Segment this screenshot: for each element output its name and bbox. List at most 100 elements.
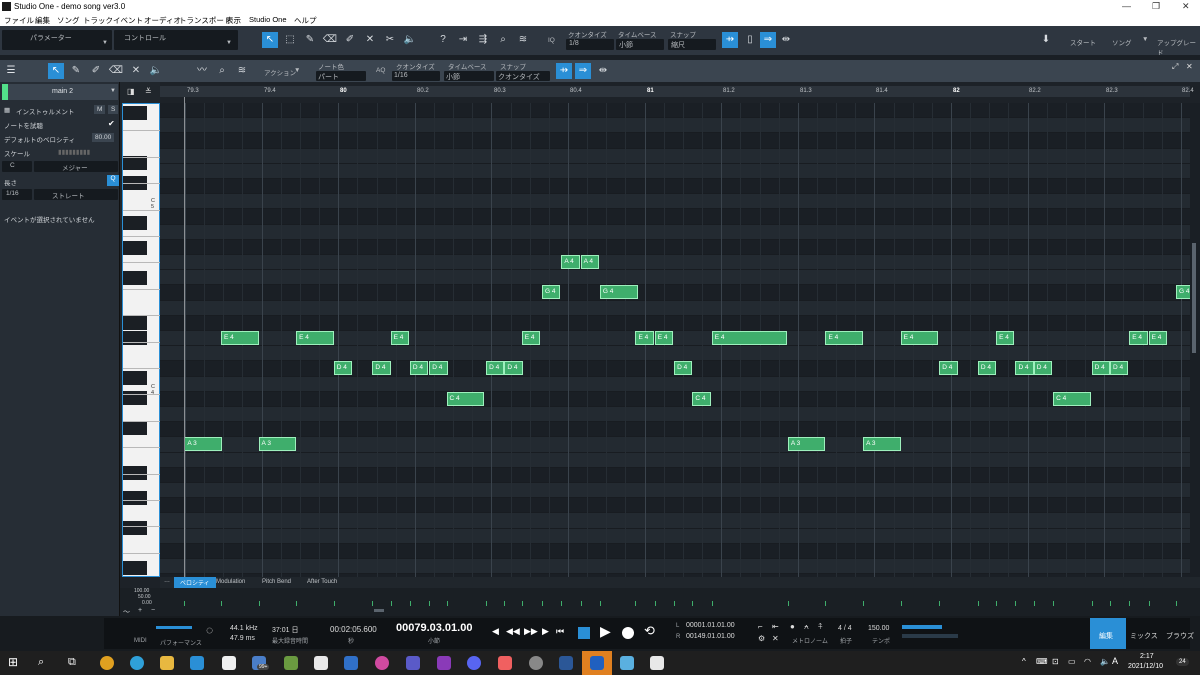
velocity-bar[interactable] — [1033, 601, 1035, 606]
quantize-dropdown[interactable]: 1/8 — [566, 39, 614, 50]
tray-wifi-icon[interactable]: ◠ — [1084, 657, 1091, 666]
scale-keys-icon[interactable]: ▮▮▮▮▮▮▮▮▮ — [58, 148, 90, 156]
timebase-dropdown[interactable]: 小節 — [616, 39, 664, 50]
active-app-highlight[interactable] — [582, 651, 612, 675]
black-key[interactable] — [123, 391, 147, 405]
midi-note[interactable]: E 4 — [521, 331, 540, 345]
snap-toggle-icon[interactable]: ⇸ — [556, 63, 572, 79]
playhead[interactable] — [184, 97, 185, 577]
midi-note[interactable]: D 4 — [486, 361, 505, 376]
velocity-bar[interactable] — [1148, 601, 1150, 606]
black-key[interactable] — [123, 371, 147, 385]
autoscroll-icon[interactable]: ⇒ — [575, 63, 591, 79]
midi-note[interactable]: A 3 — [258, 437, 297, 452]
discord-icon[interactable] — [467, 656, 481, 670]
default-velocity-value[interactable]: 80.00 — [92, 133, 115, 142]
velocity-bar[interactable] — [1015, 601, 1017, 606]
snap-dropdown[interactable]: 縮尺 — [668, 39, 716, 50]
minus-icon[interactable]: − — [151, 607, 155, 614]
black-key[interactable] — [123, 316, 147, 330]
midi-note[interactable]: G 4 — [599, 285, 638, 300]
slack-icon[interactable] — [375, 656, 389, 670]
app-window-icon[interactable] — [344, 656, 358, 670]
velocity-lane[interactable]: 100.00 50.00 0.00 〜 + − — [120, 588, 1200, 616]
scale-root-dropdown[interactable]: C — [2, 161, 32, 172]
windows-start-icon[interactable]: ⊞ — [8, 655, 18, 669]
velocity-bar[interactable] — [486, 601, 488, 606]
restore-icon[interactable]: ❐ — [1152, 1, 1160, 12]
loop-start[interactable]: 00001.01.01.00 — [686, 622, 735, 629]
velocity-bar[interactable] — [692, 601, 694, 606]
black-key[interactable] — [123, 241, 147, 255]
song-page-button[interactable]: ソング — [1112, 37, 1132, 47]
nudge-more-icon[interactable]: ⇶ — [475, 32, 491, 48]
mute-button[interactable]: M — [94, 105, 106, 114]
midi-note[interactable]: E 4 — [1148, 331, 1167, 345]
velocity-bar[interactable] — [542, 601, 544, 606]
midi-note[interactable]: A 3 — [184, 437, 222, 452]
start-page-button[interactable]: スタート — [1070, 37, 1096, 47]
timeline-ruler[interactable]: 79.3 79.4 80 80.2 80.3 80.4 81 81.2 81.3 81.4 82 82… — [160, 86, 1194, 97]
stop-icon[interactable] — [578, 627, 590, 639]
more-icon[interactable]: … — [164, 578, 170, 584]
crossfade-icon[interactable]: ✕ — [772, 634, 779, 643]
previous-marker-icon[interactable]: ◀ — [492, 626, 499, 637]
rewind-icon[interactable]: ◀◀ — [506, 626, 520, 637]
clock-date[interactable]: 2021/12/10 — [1128, 663, 1163, 670]
midi-note[interactable]: D 4 — [429, 361, 448, 376]
tray-device-icon[interactable]: ⌨ — [1036, 657, 1048, 666]
follow-icon[interactable]: ⇹ — [778, 32, 794, 48]
menu-view[interactable]: 表示 — [226, 15, 241, 26]
black-key[interactable] — [123, 331, 147, 345]
midi-note[interactable]: C 4 — [692, 391, 711, 406]
menu-transport[interactable]: トランスポート — [179, 15, 231, 26]
velocity-bar[interactable] — [787, 601, 789, 606]
length-mode-dropdown[interactable]: ストレート — [34, 189, 118, 200]
midi-note[interactable]: A 3 — [863, 437, 901, 452]
velocity-bar[interactable] — [390, 601, 392, 606]
notification-badge[interactable]: 24 — [1176, 658, 1189, 666]
menu-file[interactable]: ファイル — [4, 15, 34, 26]
menu-edit[interactable]: 編集 — [35, 15, 50, 26]
menu-song[interactable]: ソング — [57, 15, 80, 26]
velocity-bar[interactable] — [258, 601, 260, 606]
tray-chevron-icon[interactable]: ^ — [1022, 657, 1026, 666]
velocity-bar[interactable] — [580, 601, 582, 606]
arrow-tool-icon[interactable]: ↖ — [48, 63, 64, 79]
midi-note[interactable]: D 4 — [333, 361, 353, 376]
bend-tool-icon[interactable]: 〰 — [194, 63, 210, 79]
midi-note[interactable]: E 4 — [900, 331, 939, 345]
control-dropdown[interactable]: コントロール ▼ — [114, 30, 238, 50]
edge-icon[interactable] — [130, 656, 144, 670]
velocity-bar[interactable] — [333, 601, 335, 606]
midi-note[interactable]: D 4 — [977, 361, 997, 376]
velocity-bar[interactable] — [504, 601, 506, 606]
quantize-dropdown[interactable]: 1/16 — [392, 71, 440, 81]
note-color-dropdown[interactable]: パート — [316, 71, 366, 81]
layout-icon[interactable]: ◨ — [127, 87, 135, 96]
time-bars[interactable]: 00079.03.01.00 — [396, 622, 472, 634]
velocity-bar[interactable] — [996, 601, 998, 606]
clock-time[interactable]: 2:17 — [1140, 653, 1154, 660]
black-key[interactable] — [123, 561, 147, 575]
record-icon[interactable] — [622, 627, 634, 639]
velocity-bar[interactable] — [711, 601, 713, 606]
midi-note[interactable]: E 4 — [996, 331, 1015, 345]
help-icon[interactable]: ? — [435, 32, 451, 48]
scrollbar-thumb[interactable] — [1192, 243, 1196, 353]
snap-toggle-icon[interactable]: ⇸ — [722, 32, 738, 48]
photos-icon[interactable] — [498, 656, 512, 670]
close-icon[interactable]: ✕ — [1182, 1, 1190, 12]
settings-icon[interactable]: ⚙ — [758, 634, 765, 643]
close-editor-icon[interactable]: ✕ — [1186, 62, 1193, 71]
next-marker-icon[interactable]: ▶ — [542, 626, 549, 637]
midi-note[interactable]: A 4 — [580, 255, 599, 269]
file-explorer-icon[interactable] — [160, 656, 174, 670]
midi-note[interactable]: E 4 — [220, 331, 259, 345]
minecraft-icon[interactable] — [284, 656, 298, 670]
metronome-dot-icon[interactable]: ● — [790, 622, 795, 631]
midi-note[interactable]: E 4 — [654, 331, 674, 345]
preroll-icon[interactable]: ⇤ — [772, 622, 779, 631]
midi-note[interactable]: D 4 — [939, 361, 958, 376]
midi-note[interactable]: E 4 — [825, 331, 864, 345]
